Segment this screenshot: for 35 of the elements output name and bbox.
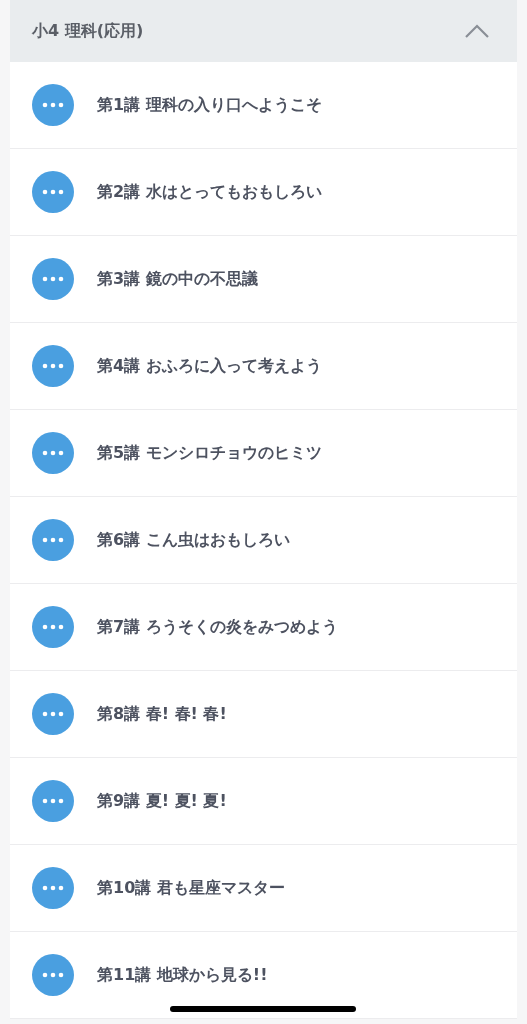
lesson-title: 第9講 夏! 夏! 夏! — [97, 790, 227, 812]
lesson-title: 第3講 鏡の中の不思議 — [97, 268, 258, 290]
lesson-title: 第2講 水はとってもおもしろい — [97, 181, 322, 203]
lesson-row[interactable]: 第2講 水はとってもおもしろい — [10, 149, 517, 236]
lesson-title: 第4講 おふろに入って考えよう — [97, 355, 322, 377]
more-icon[interactable] — [32, 693, 74, 735]
more-icon[interactable] — [32, 954, 74, 996]
lesson-title: 第5講 モンシロチョウのヒミツ — [97, 442, 322, 464]
more-icon[interactable] — [32, 519, 74, 561]
lesson-row[interactable]: 第10講 君も星座マスター — [10, 845, 517, 932]
lesson-title: 第7講 ろうそくの炎をみつめよう — [97, 616, 338, 638]
lesson-row[interactable]: 第7講 ろうそくの炎をみつめよう — [10, 584, 517, 671]
lesson-row[interactable]: 第9講 夏! 夏! 夏! — [10, 758, 517, 845]
section-title: 小4 理科(応用) — [32, 20, 144, 42]
more-icon[interactable] — [32, 171, 74, 213]
more-icon[interactable] — [32, 345, 74, 387]
lesson-row[interactable]: 第6講 こん虫はおもしろい — [10, 497, 517, 584]
lesson-title: 第11講 地球から見る!! — [97, 964, 268, 986]
lesson-title: 第8講 春! 春! 春! — [97, 703, 227, 725]
more-icon[interactable] — [32, 780, 74, 822]
more-icon[interactable] — [32, 84, 74, 126]
lesson-row[interactable]: 第1講 理科の入り口へようこそ — [10, 62, 517, 149]
lesson-row[interactable]: 第5講 モンシロチョウのヒミツ — [10, 410, 517, 497]
more-icon[interactable] — [32, 867, 74, 909]
chevron-up-icon[interactable] — [465, 24, 489, 38]
more-icon[interactable] — [32, 432, 74, 474]
lesson-row[interactable]: 第4講 おふろに入って考えよう — [10, 323, 517, 410]
lesson-title: 第6講 こん虫はおもしろい — [97, 529, 290, 551]
section-header[interactable]: 小4 理科(応用) — [10, 0, 517, 62]
more-icon[interactable] — [32, 606, 74, 648]
lesson-row[interactable]: 第3講 鏡の中の不思議 — [10, 236, 517, 323]
more-icon[interactable] — [32, 258, 74, 300]
lesson-title: 第1講 理科の入り口へようこそ — [97, 94, 322, 116]
lesson-row[interactable]: 第8講 春! 春! 春! — [10, 671, 517, 758]
lesson-title: 第10講 君も星座マスター — [97, 877, 285, 899]
